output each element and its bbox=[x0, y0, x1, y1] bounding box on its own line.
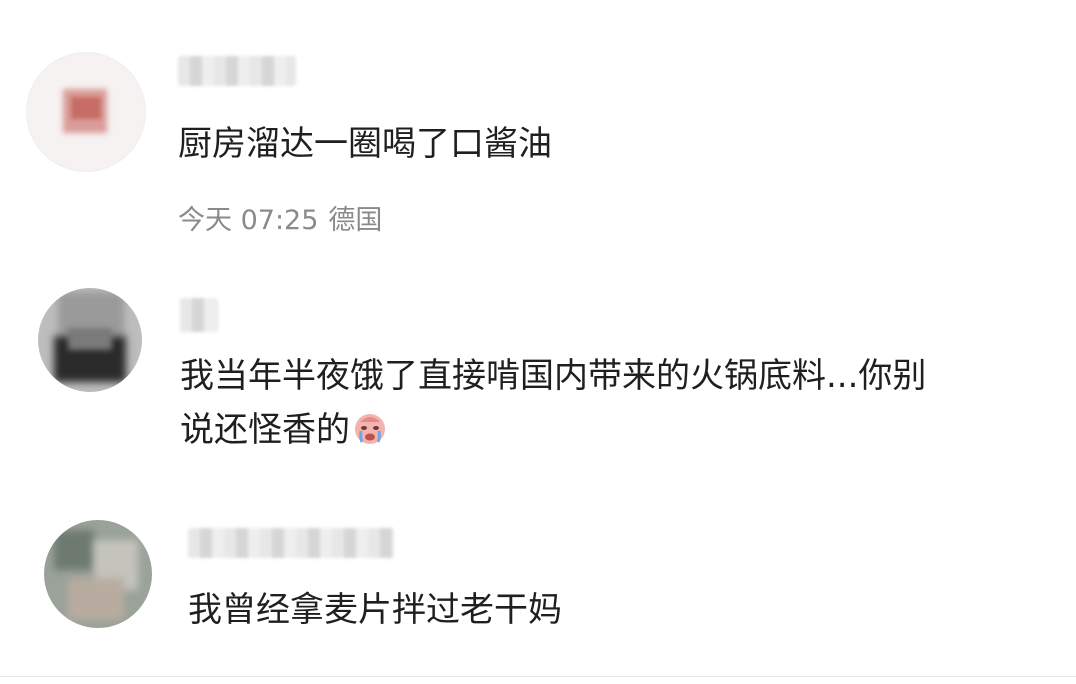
username-blurred[interactable] bbox=[188, 528, 394, 558]
comment-item-2: 我当年半夜饿了直接啃国内带来的火锅底料...你别 说还怪香的 bbox=[0, 270, 1076, 490]
comment-text: 厨房溜达一圈喝了口酱油 bbox=[178, 124, 552, 164]
comment-time: 今天 07:25 bbox=[178, 205, 319, 236]
comment-text-line-2: 说还怪香的 bbox=[180, 404, 388, 456]
comment-meta: 今天 07:25 德国 bbox=[178, 204, 392, 238]
comment-text: 我曾经拿麦片拌过老干妈 bbox=[188, 590, 562, 630]
comment-location: 德国 bbox=[328, 205, 383, 236]
username-blurred[interactable] bbox=[178, 56, 296, 86]
comment-item-3: 我曾经拿麦片拌过老干妈 bbox=[0, 500, 1076, 676]
comment-text-line-1: 我当年半夜饿了直接啃国内带来的火锅底料...你别 bbox=[180, 356, 927, 396]
comment-text: 说还怪香的 bbox=[180, 410, 350, 450]
avatar[interactable] bbox=[26, 52, 146, 172]
username-blurred[interactable] bbox=[180, 298, 218, 332]
avatar[interactable] bbox=[44, 520, 152, 628]
comment-item-1: 厨房溜达一圈喝了口酱油 今天 07:25 德国 bbox=[0, 0, 1076, 260]
crying-face-emoji bbox=[355, 414, 385, 444]
avatar[interactable] bbox=[38, 288, 142, 392]
divider bbox=[0, 676, 1076, 677]
